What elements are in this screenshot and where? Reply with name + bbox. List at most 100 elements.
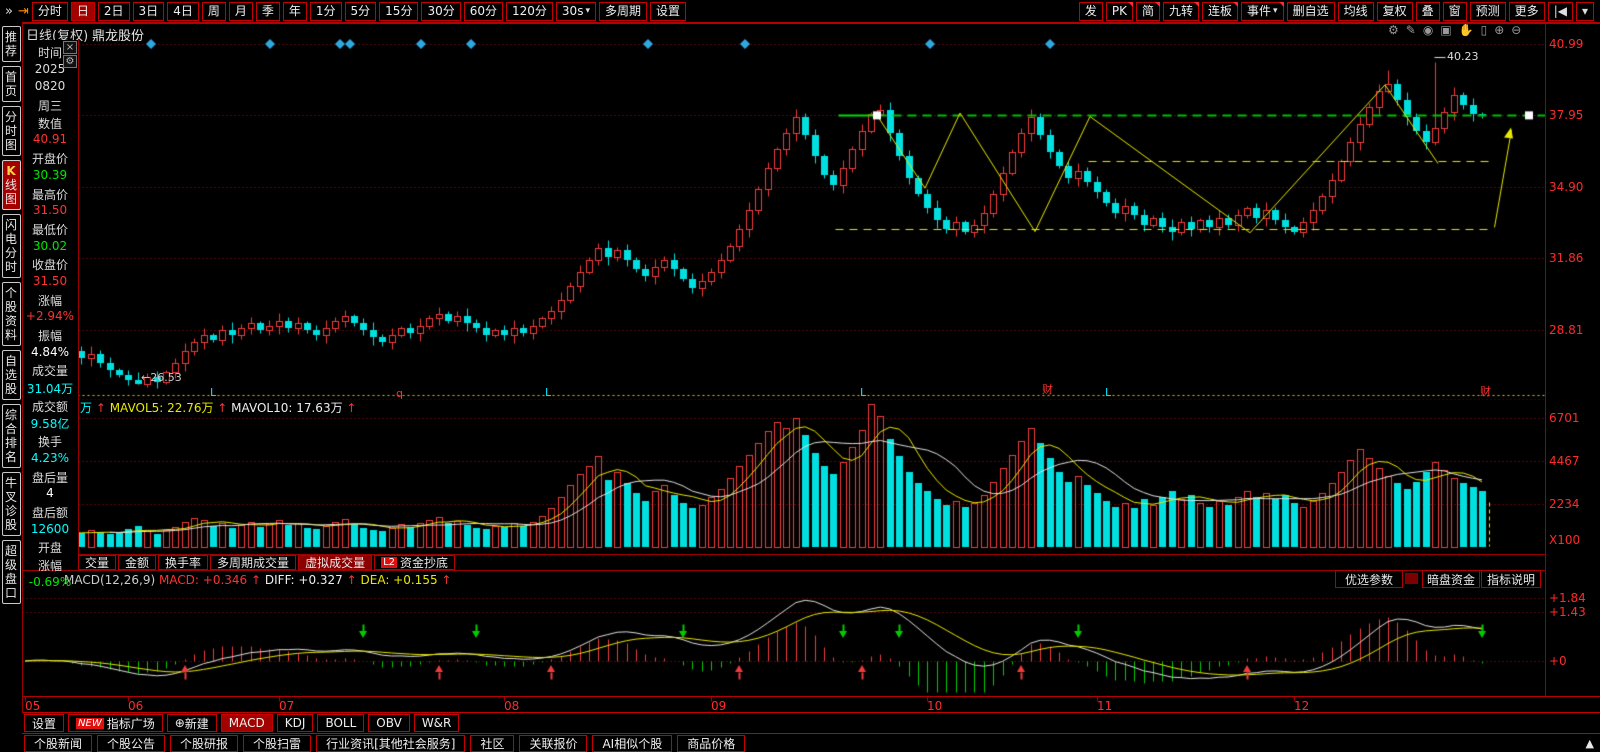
sidebar-tab-char: 自 (4, 354, 17, 368)
sidebar-tab[interactable]: 分时图 (1, 106, 21, 156)
indicator-button[interactable]: W&R (413, 714, 460, 732)
chart-canvas[interactable] (0, 0, 1600, 752)
sidebar-tab-char: 资 (4, 314, 17, 328)
indicator-button[interactable]: 设置 (24, 714, 65, 732)
goto-latest-icon[interactable]: ⇥ (18, 4, 29, 19)
toolbar-button[interactable]: 复权 (1376, 1, 1413, 21)
zoom-in-icon[interactable]: ⊕ (1494, 23, 1504, 37)
toolbar-button[interactable]: 叠 (1415, 1, 1440, 21)
sidebar-tab[interactable]: 牛叉诊股 (1, 472, 21, 536)
period-button[interactable]: 1分 (309, 1, 342, 21)
lock-icon[interactable]: ▯ (1481, 23, 1488, 37)
period-button[interactable]: 15分 (379, 1, 419, 21)
collapse-right-icon[interactable]: |◀ (1547, 1, 1573, 21)
info-tab[interactable]: 个股新闻 (24, 734, 93, 752)
period-button[interactable]: 月 (228, 1, 253, 21)
toolbar-button[interactable]: 窗 (1442, 1, 1467, 21)
indicator-button[interactable]: KDJ (276, 714, 314, 732)
info-tab[interactable]: AI相似个股 (592, 734, 673, 752)
volume-tab[interactable]: 虚拟成交量 (298, 555, 373, 570)
toolbar-button[interactable]: 删自选 (1286, 1, 1335, 21)
sidebar-tab-char: 时 (4, 260, 17, 274)
period-button[interactable]: 60分 (463, 1, 504, 21)
volume-indicator-header: 万 ↑ MAVOL5: 22.76万 ↑ MAVOL10: 17.63万 ↑ (80, 399, 356, 416)
toolbar-button[interactable]: 发 (1078, 1, 1103, 21)
toolbar-button[interactable]: 预测 (1469, 1, 1506, 21)
period-button[interactable]: 30s ▾ (555, 1, 596, 21)
close-icon[interactable]: × (63, 41, 77, 54)
period-button[interactable]: 多周期 (598, 1, 647, 21)
period-button[interactable]: 日 (70, 1, 95, 21)
toolbar-button[interactable]: 简 (1135, 1, 1160, 21)
period-button[interactable]: 设置 (650, 1, 687, 21)
sidebar-tab[interactable]: 自选股 (1, 350, 21, 400)
chart-annotation: L (860, 386, 867, 399)
info-tab[interactable]: 个股研报 (170, 734, 239, 752)
period-button[interactable]: 季 (255, 1, 280, 21)
sidebar-tab-char: 叉 (4, 490, 17, 504)
toolbar-button[interactable]: 事件 ▾ (1241, 1, 1284, 21)
indicator-button-label: 设置 (32, 716, 57, 731)
toolbar-button[interactable]: 九转 (1163, 1, 1200, 21)
sidebar-tab-char: 分 (4, 110, 17, 124)
indicator-mini-button[interactable] (1405, 573, 1418, 584)
sidebar-tab[interactable]: 个股资料 (1, 282, 21, 346)
macd-panel-button[interactable]: 优选参数 (1335, 570, 1403, 588)
sidebar-tab[interactable]: 首页 (1, 66, 21, 102)
info-tab[interactable]: 个股扫雷 (243, 734, 312, 752)
period-button[interactable]: 分时 (31, 1, 68, 21)
eye-icon[interactable]: ◉ (1423, 23, 1433, 37)
quote-field: 30.39 (32, 167, 68, 182)
period-button[interactable]: 2日 (97, 1, 130, 21)
expand-icon[interactable]: » (5, 4, 13, 19)
period-button[interactable]: 4日 (167, 1, 199, 21)
info-tab[interactable]: 关联报价 (519, 734, 588, 752)
toolbar-button[interactable]: 均线 (1337, 1, 1374, 21)
period-button[interactable]: 周 (201, 1, 226, 21)
period-button[interactable]: 5分 (344, 1, 377, 21)
period-button[interactable]: 3日 (132, 1, 165, 21)
info-tab[interactable]: 社区 (470, 734, 515, 752)
volume-tab[interactable]: 交量 (78, 555, 117, 570)
macd-panel-button[interactable]: 暗盘资金 (1422, 570, 1480, 588)
indicator-button-label: 指标广场 (106, 716, 155, 731)
info-tab[interactable]: 商品价格 (677, 734, 746, 752)
gear-icon[interactable]: ⚙ (1388, 23, 1399, 37)
sidebar-tab-char: 盘 (4, 572, 17, 586)
volume-tab[interactable]: 金额 (118, 555, 157, 570)
sidebar-tab[interactable]: 综合排名 (1, 404, 21, 468)
info-tab[interactable]: 行业资讯[其他社会服务] (316, 734, 466, 752)
toolbox-icon[interactable]: ▣ (1440, 23, 1451, 37)
macd-panel-button[interactable]: 指标说明 (1481, 570, 1541, 588)
scroll-top-icon[interactable]: ▲ (1586, 737, 1594, 750)
sidebar-tab[interactable]: 闪电分时 (1, 214, 21, 278)
volume-tab[interactable]: 换手率 (158, 555, 209, 570)
indicator-button[interactable]: OBV (368, 714, 410, 732)
indicator-button[interactable]: BOLL (317, 714, 365, 732)
pencil-icon[interactable]: ✎ (1406, 23, 1416, 37)
period-button[interactable]: 年 (282, 1, 307, 21)
quote-field: 9.58亿 (30, 417, 70, 432)
sidebar-tab[interactable]: 超级盘口 (1, 540, 21, 604)
indicator-value: MAVOL5: 22.76万 (109, 401, 218, 415)
dropdown-caret-icon[interactable]: ▾ (1575, 1, 1594, 21)
period-button[interactable]: 120分 (506, 1, 553, 21)
chart-annotation: 40.23 (1447, 50, 1479, 63)
quote-field: 成交额 (31, 399, 68, 414)
hand-icon[interactable]: ✋ (1459, 23, 1474, 37)
sidebar-tab[interactable]: 推荐 (1, 26, 21, 62)
toolbar-button[interactable]: PK (1105, 1, 1133, 21)
toolbar-button[interactable]: 更多 (1508, 1, 1545, 21)
volume-tab[interactable]: L2 资金抄底 (374, 555, 456, 570)
left-sidebar: 推荐首页分时图 K线图闪电分时个股资料自选股综合排名牛叉诊股超级盘口 (0, 22, 23, 752)
indicator-button[interactable]: NEW 指标广场 (68, 714, 163, 732)
volume-tab[interactable]: 多周期成交量 (210, 555, 297, 570)
sidebar-tab[interactable]: K线图 (1, 160, 21, 210)
indicator-button[interactable]: ⊕ 新建 (166, 714, 217, 732)
zoom-out-icon[interactable]: ⊖ (1511, 23, 1521, 37)
period-button[interactable]: 30分 (421, 1, 461, 21)
indicator-button[interactable]: MACD (220, 714, 273, 732)
info-tab[interactable]: 个股公告 (97, 734, 166, 752)
gear-icon[interactable]: ⚙ (63, 55, 77, 68)
toolbar-button[interactable]: 连板 (1202, 1, 1239, 21)
